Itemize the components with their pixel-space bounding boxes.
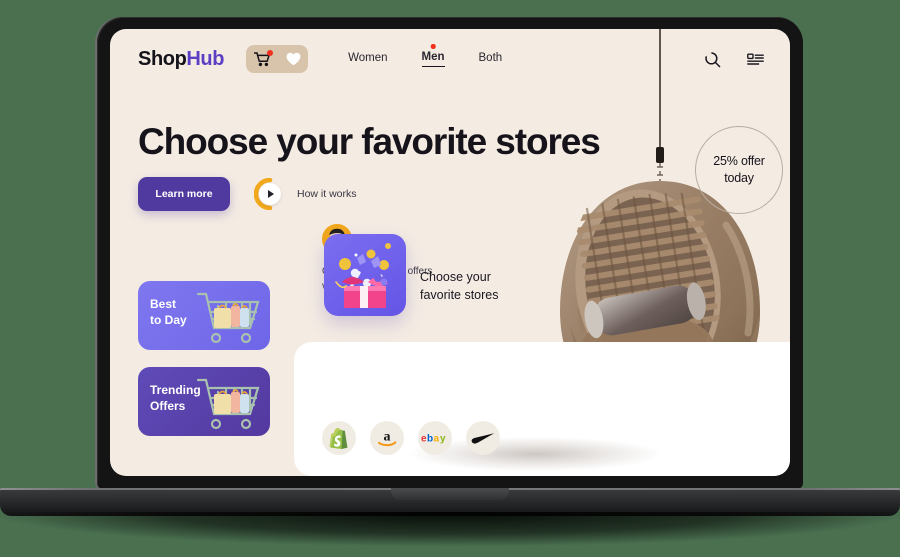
cart-badge-dot <box>266 49 273 56</box>
shopping-cart-illustration <box>192 372 266 434</box>
svg-text:b: b <box>427 434 433 445</box>
shopify-logo[interactable] <box>322 421 356 455</box>
nav-link-both[interactable]: Both <box>479 52 503 67</box>
cta-row: Learn more How it works <box>138 177 357 211</box>
page-title: Choose your favorite stores <box>138 121 601 162</box>
offer-card-one-text: Best to Day <box>150 296 187 328</box>
play-progress-ring[interactable] <box>254 178 286 210</box>
brand-logo[interactable]: ShopHub <box>138 48 224 71</box>
how-it-works-group[interactable]: How it works <box>254 178 357 210</box>
learn-more-button[interactable]: Learn more <box>138 177 230 211</box>
nav-link-women[interactable]: Women <box>348 52 387 67</box>
ebay-logo[interactable]: e b a y <box>418 421 452 455</box>
choose-stores-label: Choose your favorite stores <box>420 269 499 305</box>
nav-link-both-label: Both <box>478 51 503 64</box>
how-it-works-label: How it works <box>297 188 357 200</box>
nav-right-icons <box>704 51 764 68</box>
nav-link-women-label: Women <box>348 51 388 64</box>
brand-logo-list: a e b a y <box>322 421 500 455</box>
offer-card-one-line2: to Day <box>150 313 187 328</box>
logo-accent-text: Hub <box>186 47 225 70</box>
choose-stores-line1: Choose your <box>420 270 491 284</box>
offer-badge-line2: today <box>724 171 754 185</box>
list-view-icon[interactable] <box>747 51 764 68</box>
logo-main-text: Shop <box>138 47 187 70</box>
svg-text:a: a <box>434 434 440 445</box>
offer-badge: 25% offer today <box>695 126 783 214</box>
offer-card-trending-offers[interactable]: Trending Offers <box>138 367 270 436</box>
search-icon[interactable] <box>704 51 721 68</box>
svg-text:y: y <box>440 434 446 445</box>
laptop-base-notch <box>391 488 509 500</box>
nav-link-men-label: Men <box>421 51 445 63</box>
gift-box-illustration[interactable] <box>324 234 406 316</box>
laptop-drop-shadow <box>0 512 900 546</box>
svg-text:a: a <box>384 430 391 445</box>
browser-screen: ShopHub Women Men Both Choose your favor… <box>110 29 790 476</box>
offer-card-one-line1: Best <box>150 297 177 311</box>
choose-stores-line2: favorite stores <box>420 287 499 302</box>
amazon-logo[interactable]: a <box>370 421 404 455</box>
shopping-cart-illustration <box>192 286 266 348</box>
play-icon[interactable] <box>259 183 281 205</box>
shopping-cart-icon[interactable] <box>253 49 273 67</box>
offer-badge-line1: 25% offer <box>713 154 765 169</box>
nav-link-men[interactable]: Men <box>421 44 445 67</box>
cart-wishlist-pill[interactable] <box>246 45 309 73</box>
offer-card-best-to-day[interactable]: Best to Day <box>138 281 270 350</box>
scene: ShopHub Women Men Both Choose your favor… <box>0 0 900 557</box>
heart-icon[interactable] <box>286 52 301 66</box>
offer-badge-text: 25% offer today <box>713 153 765 187</box>
nav-active-dot <box>430 44 436 49</box>
nike-logo[interactable] <box>466 421 500 455</box>
top-navigation: ShopHub Women Men Both <box>110 29 790 89</box>
nav-links: Women Men Both <box>348 44 503 67</box>
